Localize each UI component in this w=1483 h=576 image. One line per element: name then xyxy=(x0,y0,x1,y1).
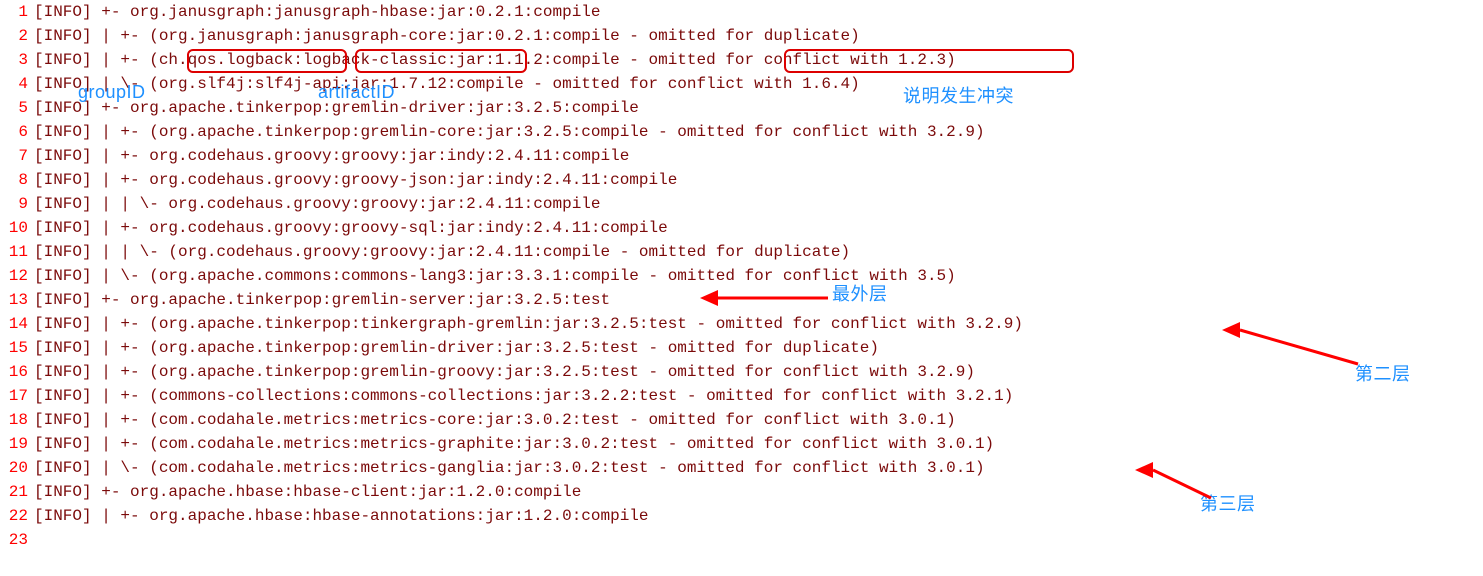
code-line: 17[INFO] | +- (commons-collections:commo… xyxy=(0,384,1483,408)
line-content: [INFO] +- org.apache.tinkerpop:gremlin-s… xyxy=(34,288,1483,312)
code-line: 21[INFO] +- org.apache.hbase:hbase-clien… xyxy=(0,480,1483,504)
line-number: 23 xyxy=(0,528,34,552)
line-number: 13 xyxy=(0,288,34,312)
code-line: 11[INFO] | | \- (org.codehaus.groovy:gro… xyxy=(0,240,1483,264)
line-number: 22 xyxy=(0,504,34,528)
code-line: 3[INFO] | +- (ch.qos.logback:logback-cla… xyxy=(0,48,1483,72)
code-line: 13[INFO] +- org.apache.tinkerpop:gremlin… xyxy=(0,288,1483,312)
line-content: [INFO] | +- (org.apache.tinkerpop:gremli… xyxy=(34,120,1483,144)
code-line: 1[INFO] +- org.janusgraph:janusgraph-hba… xyxy=(0,0,1483,24)
code-line: 4[INFO] | \- (org.slf4j:slf4j-api:jar:1.… xyxy=(0,72,1483,96)
code-line: 12[INFO] | \- (org.apache.commons:common… xyxy=(0,264,1483,288)
line-number: 5 xyxy=(0,96,34,120)
line-number: 7 xyxy=(0,144,34,168)
code-line: 20[INFO] | \- (com.codahale.metrics:metr… xyxy=(0,456,1483,480)
code-line: 16[INFO] | +- (org.apache.tinkerpop:grem… xyxy=(0,360,1483,384)
line-number: 9 xyxy=(0,192,34,216)
line-number: 1 xyxy=(0,0,34,24)
line-number: 17 xyxy=(0,384,34,408)
line-content: [INFO] | | \- org.codehaus.groovy:groovy… xyxy=(34,192,1483,216)
code-line: 5[INFO] +- org.apache.tinkerpop:gremlin-… xyxy=(0,96,1483,120)
code-line: 23 xyxy=(0,528,1483,552)
line-content: [INFO] | \- (org.apache.commons:commons-… xyxy=(34,264,1483,288)
line-number: 8 xyxy=(0,168,34,192)
line-content: [INFO] | +- (ch.qos.logback:logback-clas… xyxy=(34,48,1483,72)
line-content: [INFO] | +- org.codehaus.groovy:groovy-s… xyxy=(34,216,1483,240)
line-content: [INFO] | +- (org.janusgraph:janusgraph-c… xyxy=(34,24,1483,48)
line-number: 2 xyxy=(0,24,34,48)
line-content: [INFO] | +- org.apache.hbase:hbase-annot… xyxy=(34,504,1483,528)
line-content: [INFO] | +- (commons-collections:commons… xyxy=(34,384,1483,408)
code-line: 8[INFO] | +- org.codehaus.groovy:groovy-… xyxy=(0,168,1483,192)
line-content: [INFO] | | \- (org.codehaus.groovy:groov… xyxy=(34,240,1483,264)
line-content: [INFO] | +- (com.codahale.metrics:metric… xyxy=(34,408,1483,432)
line-number: 6 xyxy=(0,120,34,144)
line-number: 15 xyxy=(0,336,34,360)
code-line: 22[INFO] | +- org.apache.hbase:hbase-ann… xyxy=(0,504,1483,528)
line-content: [INFO] | \- (org.slf4j:slf4j-api:jar:1.7… xyxy=(34,72,1483,96)
line-content: [INFO] | +- (org.apache.tinkerpop:tinker… xyxy=(34,312,1483,336)
line-content: [INFO] | +- (org.apache.tinkerpop:gremli… xyxy=(34,336,1483,360)
line-content: [INFO] | +- (org.apache.tinkerpop:gremli… xyxy=(34,360,1483,384)
code-line: 18[INFO] | +- (com.codahale.metrics:metr… xyxy=(0,408,1483,432)
line-content: [INFO] | +- (com.codahale.metrics:metric… xyxy=(34,432,1483,456)
line-content: [INFO] +- org.janusgraph:janusgraph-hbas… xyxy=(34,0,1483,24)
line-content: [INFO] | +- org.codehaus.groovy:groovy-j… xyxy=(34,168,1483,192)
maven-dependency-tree: 1[INFO] +- org.janusgraph:janusgraph-hba… xyxy=(0,0,1483,552)
code-line: 15[INFO] | +- (org.apache.tinkerpop:grem… xyxy=(0,336,1483,360)
line-content: [INFO] | +- org.codehaus.groovy:groovy:j… xyxy=(34,144,1483,168)
code-line: 19[INFO] | +- (com.codahale.metrics:metr… xyxy=(0,432,1483,456)
code-line: 7[INFO] | +- org.codehaus.groovy:groovy:… xyxy=(0,144,1483,168)
line-number: 10 xyxy=(0,216,34,240)
line-number: 14 xyxy=(0,312,34,336)
code-line: 10[INFO] | +- org.codehaus.groovy:groovy… xyxy=(0,216,1483,240)
code-line: 2[INFO] | +- (org.janusgraph:janusgraph-… xyxy=(0,24,1483,48)
line-content: [INFO] | \- (com.codahale.metrics:metric… xyxy=(34,456,1483,480)
line-content: [INFO] +- org.apache.tinkerpop:gremlin-d… xyxy=(34,96,1483,120)
code-line: 6[INFO] | +- (org.apache.tinkerpop:greml… xyxy=(0,120,1483,144)
line-content: [INFO] +- org.apache.hbase:hbase-client:… xyxy=(34,480,1483,504)
line-number: 11 xyxy=(0,240,34,264)
code-line: 14[INFO] | +- (org.apache.tinkerpop:tink… xyxy=(0,312,1483,336)
line-number: 16 xyxy=(0,360,34,384)
code-line: 9[INFO] | | \- org.codehaus.groovy:groov… xyxy=(0,192,1483,216)
line-number: 3 xyxy=(0,48,34,72)
line-number: 12 xyxy=(0,264,34,288)
line-number: 19 xyxy=(0,432,34,456)
line-number: 4 xyxy=(0,72,34,96)
line-number: 18 xyxy=(0,408,34,432)
line-number: 21 xyxy=(0,480,34,504)
line-number: 20 xyxy=(0,456,34,480)
